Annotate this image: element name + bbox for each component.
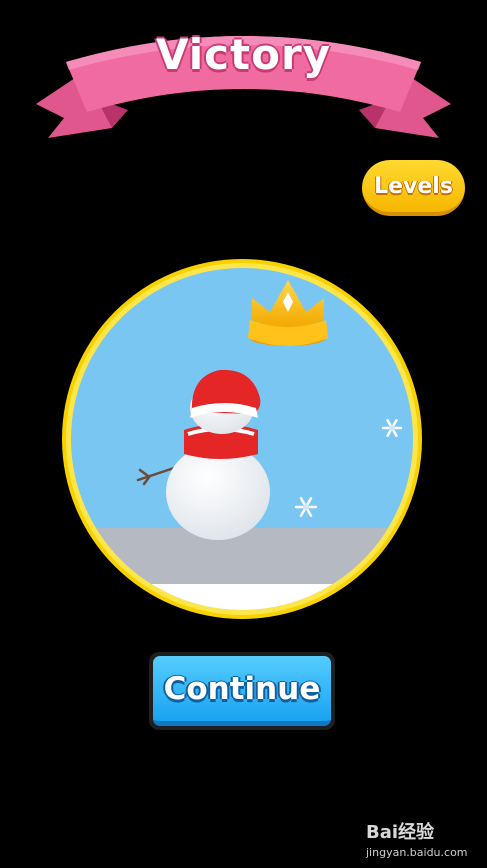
watermark-url: jingyan.baidu.com — [366, 846, 468, 859]
victory-banner: Victory — [0, 0, 487, 150]
levels-button-label: Levels — [374, 173, 453, 199]
levels-button[interactable]: Levels — [362, 160, 465, 216]
watermark: Bai经验 jingyan.baidu.com — [366, 818, 484, 864]
continue-button[interactable]: Continue — [149, 652, 335, 730]
scene-illustration — [62, 259, 422, 619]
continue-button-label: Continue — [163, 670, 321, 707]
watermark-logo: Bai经验 — [366, 822, 435, 843]
victory-title: Victory — [155, 30, 332, 79]
continue-button-face[interactable]: Continue — [153, 656, 331, 726]
reward-scene — [62, 258, 422, 620]
